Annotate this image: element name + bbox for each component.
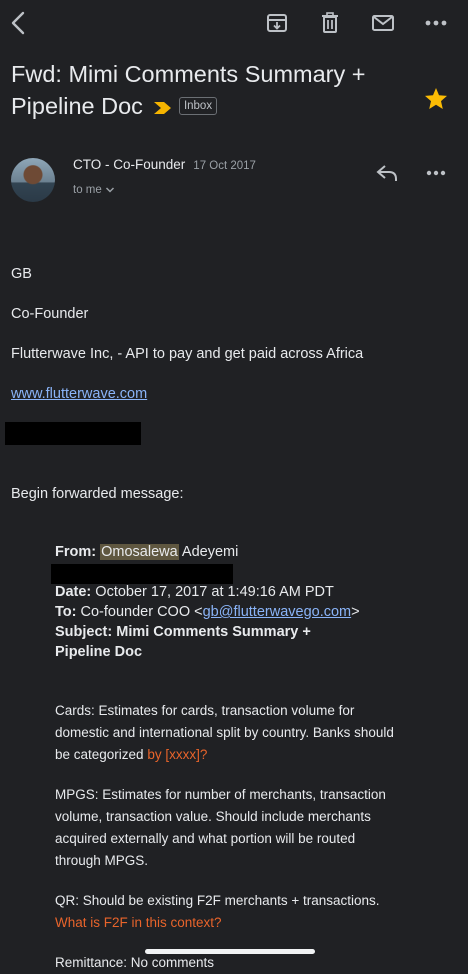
- from-last-name: Adeyemi: [181, 544, 239, 560]
- remittance-text: Remittance: No comments: [55, 955, 215, 970]
- subject-line-1: Mimi Comments Summary +: [116, 624, 311, 640]
- forwarded-subject-cont: Pipeline Doc: [55, 642, 142, 662]
- home-indicator[interactable]: [145, 949, 315, 954]
- subject-label: Subject:: [55, 624, 113, 640]
- inbox-label[interactable]: Inbox: [178, 96, 218, 115]
- qr-text: QR: Should be existing F2F merchants + t…: [55, 893, 380, 908]
- forwarded-date: Date: October 17, 2017 at 1:49:16 AM PDT: [55, 582, 334, 602]
- from-first-name: Omosalewa: [100, 544, 179, 560]
- back-arrow-icon: [11, 11, 25, 35]
- message-more-button[interactable]: [422, 164, 450, 182]
- reply-button[interactable]: [374, 162, 400, 184]
- delete-button[interactable]: [318, 10, 342, 36]
- signature-title: Co-Founder: [11, 306, 89, 322]
- more-horizontal-icon: [426, 170, 446, 176]
- mpgs-text: MPGS: Estimates for number of merchants,…: [55, 787, 386, 868]
- mark-unread-button[interactable]: [369, 10, 397, 36]
- star-icon: [425, 87, 447, 109]
- cards-comment: by [xxxx]?: [147, 747, 208, 762]
- date-label: Date:: [55, 584, 92, 600]
- forwarded-intro: Begin forwarded message:: [11, 486, 184, 502]
- paragraph-mpgs: MPGS: Estimates for number of merchants,…: [55, 784, 395, 872]
- cards-text: Cards: Estimates for cards, transaction …: [55, 703, 394, 762]
- forwarded-to: To: Co-founder COO <gb@flutterwavego.com…: [55, 602, 360, 622]
- redaction-bar: [51, 564, 233, 584]
- signature-link[interactable]: www.flutterwave.com: [11, 386, 147, 402]
- paragraph-cards: Cards: Estimates for cards, transaction …: [55, 700, 410, 766]
- from-label: From:: [55, 544, 97, 560]
- more-options-button[interactable]: [422, 12, 450, 34]
- recipient-details[interactable]: to me: [73, 184, 115, 196]
- email-date: 17 Oct 2017: [193, 160, 256, 172]
- signature-name: GB: [11, 266, 32, 282]
- reply-icon: [376, 165, 397, 181]
- more-horizontal-icon: [425, 20, 447, 26]
- paragraph-remittance: Remittance: No comments: [55, 952, 400, 974]
- to-close: >: [351, 604, 360, 620]
- sender-info[interactable]: CTO - Co-Founder 17 Oct 2017: [73, 157, 256, 172]
- sender-avatar[interactable]: [11, 158, 55, 202]
- to-email-link[interactable]: gb@flutterwavego.com: [203, 604, 352, 620]
- signature-company: Flutterwave Inc, - API to pay and get pa…: [11, 346, 364, 362]
- email-subject: Fwd: Mimi Comments Summary + Pipeline Do…: [11, 58, 411, 122]
- chevron-down-icon: [105, 187, 114, 193]
- archive-button[interactable]: [264, 10, 290, 36]
- sender-name: CTO - Co-Founder: [73, 157, 186, 172]
- trash-icon: [322, 12, 338, 33]
- star-button[interactable]: [422, 85, 450, 111]
- importance-marker-icon: [153, 101, 173, 115]
- redaction-bar: [5, 422, 141, 445]
- to-name: Co-founder COO <: [80, 604, 203, 620]
- to-label: To:: [55, 604, 77, 620]
- forwarded-subject: Subject: Mimi Comments Summary +: [55, 622, 311, 642]
- recipient-text: to me: [73, 184, 102, 196]
- qr-comment: What is F2F in this context?: [55, 915, 222, 930]
- archive-icon: [267, 14, 287, 32]
- back-button[interactable]: [6, 8, 30, 38]
- subject-line-2: Pipeline Doc: [55, 644, 143, 660]
- forwarded-from: From: Omosalewa Adeyemi: [55, 542, 238, 562]
- paragraph-qr: QR: Should be existing F2F merchants + t…: [55, 890, 400, 934]
- date-value: October 17, 2017 at 1:49:16 AM PDT: [95, 584, 334, 600]
- envelope-icon: [372, 15, 394, 31]
